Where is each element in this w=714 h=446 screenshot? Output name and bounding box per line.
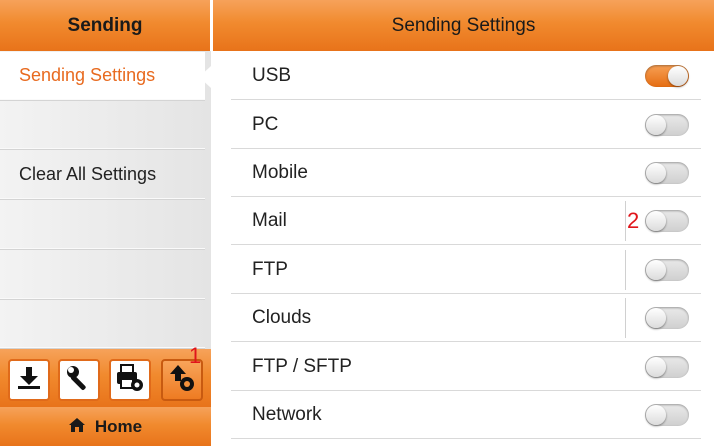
toggle-knob — [646, 163, 666, 183]
bottom-toolbar — [0, 349, 211, 407]
option-row-clouds: Clouds — [231, 294, 701, 342]
printer-settings-button[interactable] — [109, 359, 151, 401]
callout-number-1: 1 — [189, 343, 202, 368]
toggle-knob — [646, 211, 666, 231]
toggle-knob — [646, 357, 666, 377]
row-separator — [625, 201, 626, 241]
menu-item-clear-all-settings[interactable]: Clear All Settings — [0, 151, 205, 199]
menu-item-label: Clear All Settings — [19, 164, 157, 184]
option-row-ftp-sftp: FTP / SFTP — [231, 343, 701, 391]
row-separator — [625, 250, 626, 290]
option-label: Clouds — [252, 307, 312, 328]
printer-gear-icon — [115, 363, 145, 398]
network-toggle[interactable] — [645, 404, 689, 426]
active-menu-pointer — [199, 66, 211, 88]
menu-item-empty — [0, 201, 205, 249]
menu-item-label: Sending Settings — [19, 65, 156, 85]
tools-button[interactable] — [58, 359, 100, 401]
toggle-knob — [646, 308, 666, 328]
left-panel-title: Sending — [0, 0, 211, 51]
wrench-icon — [65, 364, 93, 397]
home-icon — [68, 417, 85, 437]
panel-divider — [211, 0, 213, 446]
option-row-usb: USB — [231, 52, 701, 100]
menu-item-empty — [0, 251, 205, 299]
ftp-toggle[interactable] — [645, 259, 689, 281]
option-label: Mail — [252, 210, 287, 231]
mobile-toggle[interactable] — [645, 162, 689, 184]
home-label: Home — [94, 416, 143, 436]
option-label: FTP — [252, 259, 288, 280]
option-label: USB — [252, 65, 292, 86]
ftp-sftp-toggle[interactable] — [645, 356, 689, 378]
home-button[interactable]: Home — [0, 407, 211, 446]
download-button[interactable] — [8, 359, 50, 401]
toggle-knob — [668, 66, 688, 86]
row-separator — [625, 298, 626, 338]
pc-toggle[interactable] — [645, 114, 689, 136]
toggle-knob — [646, 115, 666, 135]
toggle-knob — [646, 260, 666, 280]
option-row-network: Network — [231, 391, 701, 439]
toggle-knob — [646, 405, 666, 425]
download-icon — [15, 364, 43, 397]
option-row-mobile: Mobile — [231, 149, 701, 197]
option-label: FTP / SFTP — [252, 356, 352, 377]
callout-number-2: 2 — [627, 208, 640, 233]
option-label: PC — [252, 114, 279, 135]
option-row-ftp: FTP — [231, 246, 701, 294]
right-panel-title: Sending Settings — [213, 0, 714, 51]
option-label: Network — [252, 404, 322, 425]
left-panel: Sending Sending Settings Clear All Setti… — [0, 0, 211, 446]
menu-item-sending-settings[interactable]: Sending Settings — [0, 52, 205, 100]
option-row-pc: PC — [231, 101, 701, 149]
usb-toggle[interactable] — [645, 65, 689, 87]
menu-item-empty — [0, 301, 205, 348]
mail-toggle[interactable] — [645, 210, 689, 232]
menu-item-empty — [0, 101, 205, 149]
option-label: Mobile — [252, 162, 308, 183]
clouds-toggle[interactable] — [645, 307, 689, 329]
